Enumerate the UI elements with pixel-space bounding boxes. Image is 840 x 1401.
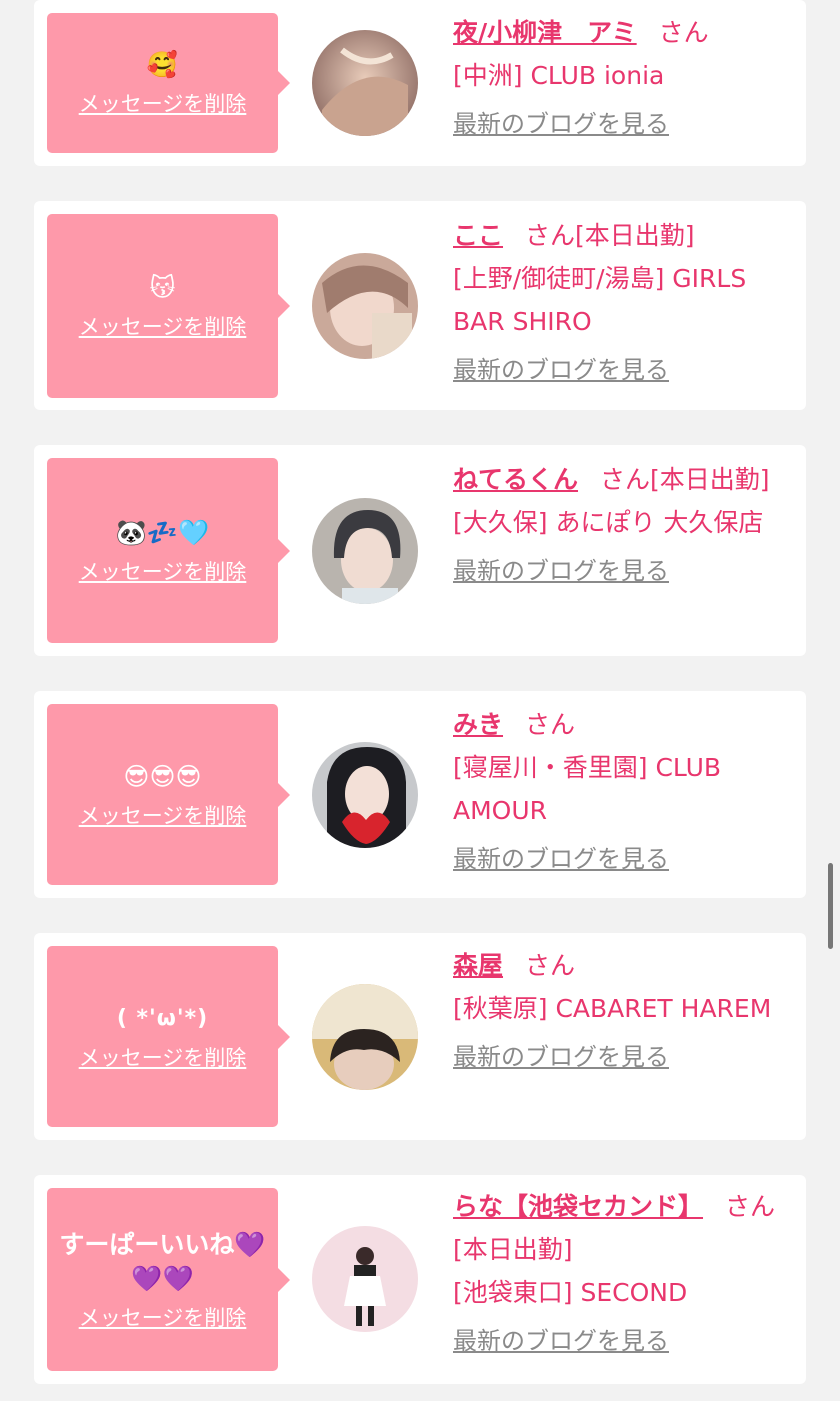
cast-info: みき さん [寝屋川・香里園] CLUB AMOUR 最新のブログを見る [453,703,795,881]
list-item: 🥰 メッセージを削除 夜/小柳津 アミ さん [中洲] CLUB ionia 最新… [34,0,806,166]
status-badge: [本日出勤] [650,465,770,494]
message-text: 😎😎😎 [123,761,202,791]
avatar[interactable] [312,984,418,1090]
scrollbar[interactable] [828,863,833,949]
honorific: さん [525,710,576,739]
avatar[interactable] [312,1226,418,1332]
list-item: 😽 メッセージを削除 ここ さん[本日出勤] [上野/御徒町/湯島] GIRLS … [34,201,806,410]
avatar[interactable] [312,742,418,848]
delete-message-link[interactable]: メッセージを削除 [79,88,247,118]
latest-blog-link[interactable]: 最新のブログを見る [453,349,669,392]
message-list: 🥰 メッセージを削除 夜/小柳津 アミ さん [中洲] CLUB ionia 最新… [0,0,840,1401]
cast-name-link[interactable]: 夜/小柳津 アミ [453,18,637,47]
delete-message-link[interactable]: メッセージを削除 [79,311,247,341]
shop-name: [池袋東口] SECOND [453,1278,688,1307]
message-text: 😽 [149,273,176,302]
delete-message-link[interactable]: メッセージを削除 [79,556,247,586]
message-text: 🥰 [146,50,179,79]
honorific: さん [525,951,576,980]
delete-message-link[interactable]: メッセージを削除 [79,800,247,830]
shop-name: [大久保] あにぽり 大久保店 [453,508,764,537]
shop-name: [秋葉原] CABARET HAREM [453,994,772,1023]
cast-info: ここ さん[本日出勤] [上野/御徒町/湯島] GIRLS BAR SHIRO 最… [453,214,795,392]
list-item: 🐼💤🩵 メッセージを削除 ねてるくん さん[本日出勤] [大久保] あにぽり 大久… [34,445,806,656]
status-badge: [本日出勤] [453,1235,573,1264]
message-bubble: 😽 メッセージを削除 [47,214,290,398]
avatar[interactable] [312,253,418,359]
shop-name: [上野/御徒町/湯島] GIRLS BAR SHIRO [453,264,747,336]
latest-blog-link[interactable]: 最新のブログを見る [453,1320,669,1363]
cast-info: 森屋 さん [秋葉原] CABARET HAREM 最新のブログを見る [453,944,795,1079]
cast-name-link[interactable]: らな【池袋セカンド】 [453,1192,703,1221]
cast-name-link[interactable]: ねてるくん [453,465,578,494]
cast-info: らな【池袋セカンド】 さん [本日出勤] [池袋東口] SECOND 最新のブログを… [453,1185,795,1363]
avatar[interactable] [312,498,418,604]
shop-name: [中洲] CLUB ionia [453,61,665,90]
avatar[interactable] [312,30,418,136]
latest-blog-link[interactable]: 最新のブログを見る [453,1036,669,1079]
honorific: さん [600,465,651,494]
latest-blog-link[interactable]: 最新のブログを見る [453,838,669,881]
status-badge: [本日出勤] [575,221,695,250]
delete-message-link[interactable]: メッセージを削除 [79,1042,247,1072]
honorific: さん [658,18,709,47]
shop-name: [寝屋川・香里園] CLUB AMOUR [453,753,722,825]
photo-avatar-icon [312,253,418,359]
message-text: 🐼💤🩵 [115,517,210,547]
message-bubble: 🐼💤🩵 メッセージを削除 [47,458,290,643]
message-bubble: 😎😎😎 メッセージを削除 [47,704,290,885]
message-text: すーぱーいいね💜💜💜 [59,1229,266,1293]
photo-avatar-icon [312,984,418,1090]
list-item: 😎😎😎 メッセージを削除 みき さん [寝屋川・香里園] CLUB AMOUR 最… [34,691,806,898]
photo-avatar-icon [312,30,418,136]
cast-name-link[interactable]: 森屋 [453,951,503,980]
photo-avatar-icon [312,1226,418,1332]
cast-info: 夜/小柳津 アミ さん [中洲] CLUB ionia 最新のブログを見る [453,11,795,146]
latest-blog-link[interactable]: 最新のブログを見る [453,550,669,593]
message-bubble: ( *'ω'*) メッセージを削除 [47,946,290,1127]
message-bubble: 🥰 メッセージを削除 [47,13,290,153]
cast-name-link[interactable]: みき [453,710,503,739]
message-text: ( *'ω'*) [116,1005,209,1031]
latest-blog-link[interactable]: 最新のブログを見る [453,103,669,146]
message-bubble: すーぱーいいね💜💜💜 メッセージを削除 [47,1188,290,1371]
list-item: ( *'ω'*) メッセージを削除 森屋 さん [秋葉原] CABARET HAR… [34,933,806,1140]
cast-info: ねてるくん さん[本日出勤] [大久保] あにぽり 大久保店 最新のブログを見る [453,458,795,593]
list-item: すーぱーいいね💜💜💜 メッセージを削除 らな【池袋セカンド】 さん [本日出勤] [… [34,1175,806,1384]
photo-avatar-icon [312,742,418,848]
honorific: さん [525,221,576,250]
honorific: さん [725,1192,776,1221]
delete-message-link[interactable]: メッセージを削除 [79,1302,247,1332]
photo-avatar-icon [312,498,418,604]
cast-name-link[interactable]: ここ [453,221,503,250]
